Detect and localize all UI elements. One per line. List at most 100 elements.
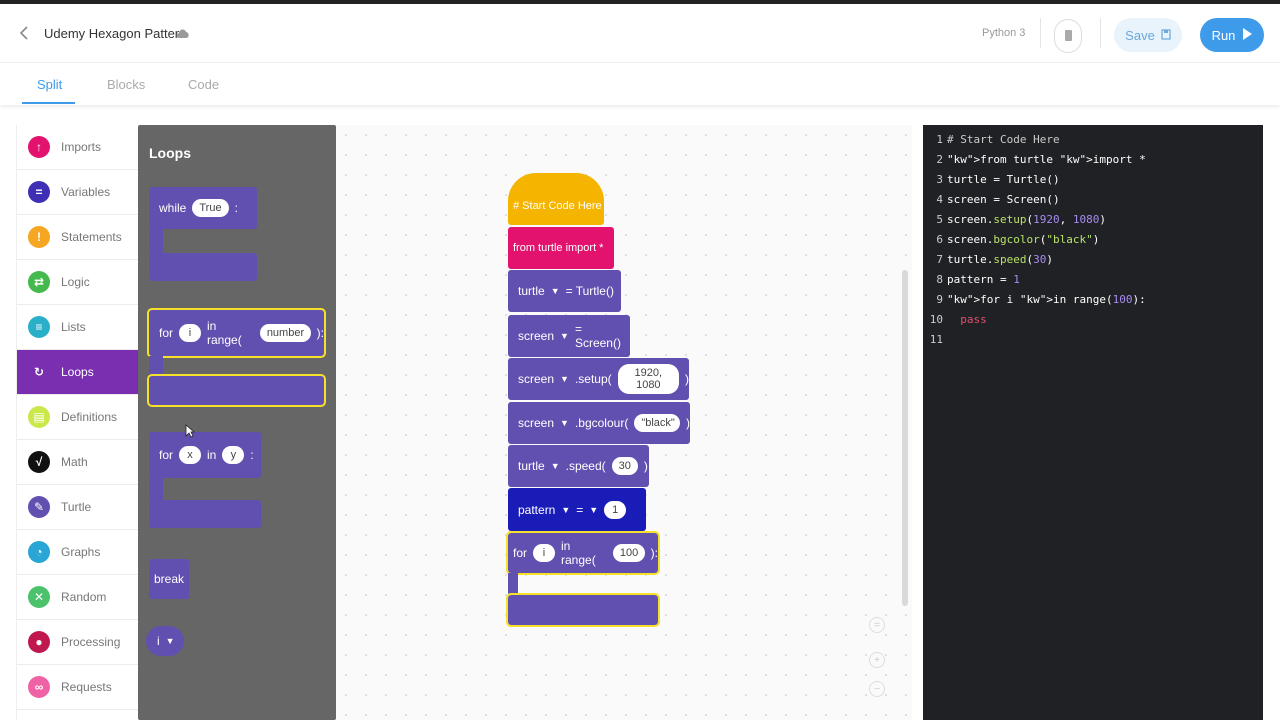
pattern-assign-block[interactable]: pattern ▼ = ▼ 1 xyxy=(508,488,646,531)
turtle-speed-block[interactable]: turtle ▼ .speed( 30 ) xyxy=(508,445,649,487)
screen-variable[interactable]: screen xyxy=(518,329,554,343)
pattern-equals: = xyxy=(576,502,584,517)
reset-view-icon[interactable]: = xyxy=(869,617,885,633)
screen-setup-block[interactable]: screen ▼ .setup( 1920, 1080 ) xyxy=(508,358,689,400)
range-argument[interactable]: 100 xyxy=(612,544,645,562)
tab-split[interactable]: Split xyxy=(37,77,62,92)
category-random[interactable]: ✕ Random xyxy=(17,575,139,620)
turtle-variable[interactable]: turtle xyxy=(518,284,545,298)
for-variable[interactable]: i xyxy=(533,544,556,562)
screen-assign-block[interactable]: screen ▼ = Screen() xyxy=(508,315,630,357)
start-block[interactable]: # Start Code Here xyxy=(508,173,604,225)
language-label: Python 3 xyxy=(982,27,1026,39)
category-loops[interactable]: ↻ Loops xyxy=(17,350,139,395)
pattern-variable[interactable]: pattern xyxy=(518,503,555,517)
break-block[interactable]: break xyxy=(149,559,189,599)
variable-i-block[interactable]: i ▼ xyxy=(146,626,184,656)
category-turtle[interactable]: ✎ Turtle xyxy=(17,485,139,530)
for-in-colon: : xyxy=(250,448,254,462)
category-requests[interactable]: ∞ Requests xyxy=(17,665,139,710)
screen-bgcolour-block[interactable]: screen ▼ .bgcolour( "black" ) xyxy=(508,402,690,444)
category-math[interactable]: √ Math xyxy=(17,440,139,485)
category-lists[interactable]: ≡ Lists xyxy=(17,305,139,350)
import-block[interactable]: from turtle import * xyxy=(508,227,614,269)
code-editor[interactable]: 1 # Start Code Here 2 "kw">from turtle "kw… xyxy=(923,125,1263,720)
while-block[interactable]: while True : xyxy=(149,187,257,284)
for-in-side xyxy=(149,478,163,500)
save-button[interactable]: Save xyxy=(1114,18,1182,52)
book-icon[interactable] xyxy=(1054,19,1082,53)
for-loop-block[interactable]: for i in range( 100 ): xyxy=(506,531,660,627)
category-logic[interactable]: ⇄ Logic xyxy=(17,260,139,305)
while-condition[interactable]: True xyxy=(192,199,229,217)
zoom-out-icon[interactable]: − xyxy=(869,681,885,697)
code-text: "kw">for i "kw">in range(100): xyxy=(947,293,1146,306)
for-loop-side xyxy=(508,573,518,595)
sqrt-icon: √ xyxy=(28,451,50,473)
divider xyxy=(1100,18,1101,48)
pen-icon: ✎ xyxy=(28,496,50,518)
category-label: Logic xyxy=(61,275,90,289)
for-loop-header: for i in range( 100 ): xyxy=(506,531,660,575)
line-number: 5 xyxy=(936,213,943,226)
line-number: 2 xyxy=(936,153,943,166)
speed-turtle-variable[interactable]: turtle xyxy=(518,459,545,473)
category-statements[interactable]: ! Statements xyxy=(17,215,139,260)
category-graphs[interactable]: ◔ Graphs xyxy=(17,530,139,575)
code-text: turtle = Turtle() xyxy=(947,173,1060,186)
for-end: ): xyxy=(650,546,658,560)
range-argument[interactable]: number xyxy=(259,324,311,342)
for-in-block[interactable]: for x in y : xyxy=(149,432,261,528)
palette-icon: ● xyxy=(28,631,50,653)
pattern-value[interactable]: 1 xyxy=(604,500,627,519)
zoom-in-icon[interactable]: + xyxy=(869,652,885,668)
category-label: Variables xyxy=(61,185,111,199)
bgcolour-arg[interactable]: "black" xyxy=(634,414,680,432)
dropdown-arrow-icon: ▼ xyxy=(561,504,571,515)
block-workspace[interactable]: # Start Code Here from turtle import * t… xyxy=(336,125,912,720)
tab-blocks[interactable]: Blocks xyxy=(107,77,145,92)
bgcolour-screen-variable[interactable]: screen xyxy=(518,416,554,430)
flyout-title: Loops xyxy=(149,145,191,161)
turtle-assign-block[interactable]: turtle ▼ = Turtle() xyxy=(508,270,621,312)
category-label: Turtle xyxy=(61,500,92,514)
bgcolour-method: .bgcolour( xyxy=(574,416,629,430)
category-label: Imports xyxy=(61,140,102,154)
for-in-variable[interactable]: x xyxy=(179,446,202,464)
exclamation-icon: ! xyxy=(28,226,50,248)
for-variable[interactable]: i xyxy=(179,324,202,342)
line-number: 11 xyxy=(929,333,943,346)
close-paren: ) xyxy=(685,372,689,386)
for-keyword: for xyxy=(159,326,174,340)
speed-arg[interactable]: 30 xyxy=(611,457,638,475)
code-line: 2 "kw">from turtle "kw">import * xyxy=(923,153,1146,173)
category-imports[interactable]: ↑ Imports xyxy=(17,125,139,170)
category-processing[interactable]: ● Processing xyxy=(17,620,139,665)
save-label: Save xyxy=(1125,27,1155,43)
code-text: screen.bgcolor("black") xyxy=(947,233,1100,246)
chevron-left-icon[interactable] xyxy=(18,24,34,44)
category-definitions[interactable]: ▤ Definitions xyxy=(17,395,139,440)
setup-screen-variable[interactable]: screen xyxy=(518,372,554,386)
code-line: 8 pattern = 1 xyxy=(923,273,1019,293)
category-variables[interactable]: = Variables xyxy=(17,170,139,215)
for-range-block[interactable]: for i in range( number ): xyxy=(147,308,326,407)
line-number: 6 xyxy=(936,233,943,246)
doc-icon: ▤ xyxy=(28,406,50,428)
for-end: ): xyxy=(316,326,324,340)
code-line: 7 turtle.speed(30) xyxy=(923,253,1053,273)
workspace-scrollbar[interactable] xyxy=(902,270,908,606)
category-label: Definitions xyxy=(61,410,118,424)
for-in-iterable[interactable]: y xyxy=(222,446,245,464)
category-label: Math xyxy=(61,455,88,469)
run-button[interactable]: Run xyxy=(1200,18,1264,52)
tab-code[interactable]: Code xyxy=(188,77,219,92)
shuffle-icon: ✕ xyxy=(28,586,50,608)
project-title[interactable]: Udemy Hexagon Pattern xyxy=(44,26,186,41)
equals-icon: = xyxy=(28,181,50,203)
in-keyword: in xyxy=(207,448,217,462)
code-text: "kw">from turtle "kw">import * xyxy=(947,153,1146,166)
for-range-header: for i in range( number ): xyxy=(147,308,326,358)
setup-args[interactable]: 1920, 1080 xyxy=(617,364,679,394)
dropdown-arrow-icon: ▼ xyxy=(550,286,560,296)
